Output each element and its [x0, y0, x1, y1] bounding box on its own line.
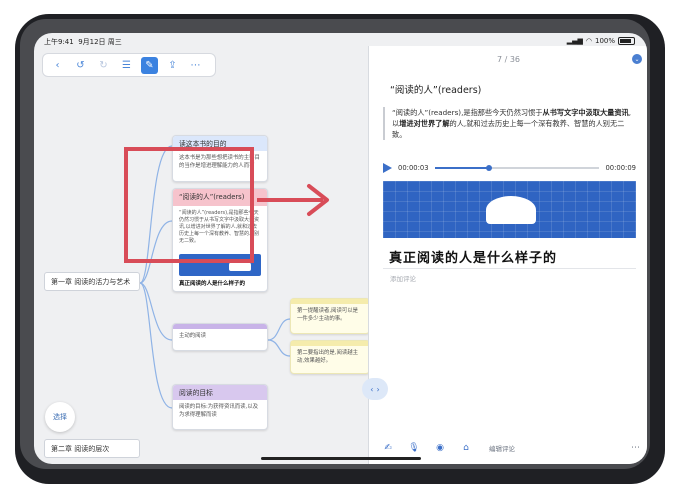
- camera-icon[interactable]: ◉: [433, 443, 447, 453]
- node-goal-title: 阅读的目标: [173, 385, 267, 400]
- audio-current-time: 00:00:03: [398, 164, 429, 172]
- collapse-button[interactable]: ⌄: [632, 54, 642, 64]
- note-active-1[interactable]: 第一提醒读者,阅读可以是一件多少主动的事。: [290, 298, 370, 334]
- redo-button[interactable]: ↻: [95, 57, 112, 74]
- chevron-left-small-icon[interactable]: ‹: [370, 385, 373, 394]
- chapter-2-node[interactable]: 第二章 阅读的层次: [44, 439, 140, 458]
- outline-button[interactable]: ☰: [118, 57, 135, 74]
- top-toolbar: ‹ ↺ ↻ ☰ ✎ ⇪ ⋯: [42, 53, 216, 77]
- play-icon[interactable]: [383, 163, 392, 173]
- chapter-1-node[interactable]: 第一章 阅读的活力与艺术: [44, 272, 140, 291]
- note-1-body: 第一提醒读者,阅读可以是一件多少主动的事。: [297, 308, 359, 322]
- quote-highlight-2: 增进对世界了解: [399, 119, 450, 129]
- handwriting-note: 真正阅读的人是什么样子的: [389, 251, 558, 266]
- node-goal[interactable]: 阅读的目标 阅读的目标:为获得资讯而读,以及为求得理解而读: [172, 384, 268, 430]
- chevron-left-icon: ‹: [55, 59, 60, 71]
- node-active-body: 主动的阅读: [179, 333, 206, 339]
- chapter-1-label: 第一章 阅读的活力与艺术: [51, 277, 131, 286]
- redo-icon: ↻: [99, 59, 108, 71]
- tag-icon[interactable]: ⌂: [459, 443, 473, 453]
- node-active-reading[interactable]: 主动的阅读: [172, 323, 268, 351]
- audio-player: 00:00:03 00:00:09: [383, 159, 636, 177]
- more-icon: ⋯: [190, 59, 201, 71]
- panel-title: “阅读的人”(readers): [390, 85, 482, 96]
- audio-track[interactable]: [434, 165, 600, 171]
- book-illustration: [486, 196, 536, 224]
- panel-quote: “阅读的人”(readers),是指那些今天仍然习惯于从书写文字中汲取大量资讯,…: [383, 107, 636, 141]
- audio-knob[interactable]: [485, 165, 492, 171]
- status-right: ▂▄▆ ◠ 100%: [567, 37, 635, 45]
- wifi-icon: ◠: [585, 37, 592, 45]
- chevron-right-small-icon[interactable]: ›: [377, 385, 380, 394]
- panel-divider: [383, 268, 636, 269]
- detail-panel: 7 / 36 ⌄ “阅读的人”(readers) “阅读的人”(readers)…: [368, 46, 647, 464]
- annotation-highlight-box: [124, 147, 254, 263]
- microphone-icon[interactable]: 🎙: [407, 443, 421, 453]
- add-comment-field[interactable]: 添加评论: [390, 273, 416, 283]
- home-indicator: [261, 457, 421, 460]
- battery-percent: 100%: [594, 37, 615, 45]
- more-button[interactable]: ⋯: [187, 57, 204, 74]
- quote-highlight-1: 从书写文字中汲取大量资讯: [542, 108, 629, 117]
- chapter-2-label: 第二章 阅读的层次: [51, 444, 110, 453]
- battery-icon: [618, 37, 635, 45]
- edit-comment-button[interactable]: 编辑评论: [489, 443, 515, 453]
- panel-bottom-bar: ✍ 🎙 ◉ ⌂ 编辑评论 ⋯: [369, 440, 647, 456]
- share-button[interactable]: ⇪: [164, 57, 181, 74]
- note-2-body: 第二要指出的是,阅读越主动,效果越好。: [297, 350, 359, 364]
- chevron-down-icon: ⌄: [634, 55, 640, 63]
- signal-icon: ▂▄▆: [566, 37, 583, 45]
- panel-more-icon[interactable]: ⋯: [631, 443, 640, 453]
- edit-icon: ✎: [145, 59, 154, 71]
- audio-progress: [434, 167, 489, 169]
- note-active-2[interactable]: 第二要指出的是,阅读越主动,效果越好。: [290, 340, 370, 374]
- select-button[interactable]: 选择: [45, 402, 75, 432]
- edit-button[interactable]: ✎: [141, 56, 158, 74]
- page-indicator: 7 / 36: [496, 55, 521, 64]
- audio-total-time: 00:00:09: [605, 164, 636, 172]
- list-icon: ☰: [122, 59, 131, 71]
- pen-icon[interactable]: ✍: [381, 443, 395, 453]
- panel-image: [383, 181, 636, 238]
- undo-button[interactable]: ↺: [72, 57, 89, 74]
- node-readers-caption: 真正阅读的人是什么样子的: [179, 281, 246, 287]
- node-goal-body: 阅读的目标:为获得资讯而读,以及为求得理解而读: [179, 404, 258, 418]
- undo-icon: ↺: [76, 59, 85, 71]
- back-button[interactable]: ‹: [49, 57, 66, 74]
- panel-pager[interactable]: ‹ ›: [362, 378, 388, 400]
- annotation-arrow: [257, 184, 329, 216]
- share-icon: ⇪: [168, 59, 177, 71]
